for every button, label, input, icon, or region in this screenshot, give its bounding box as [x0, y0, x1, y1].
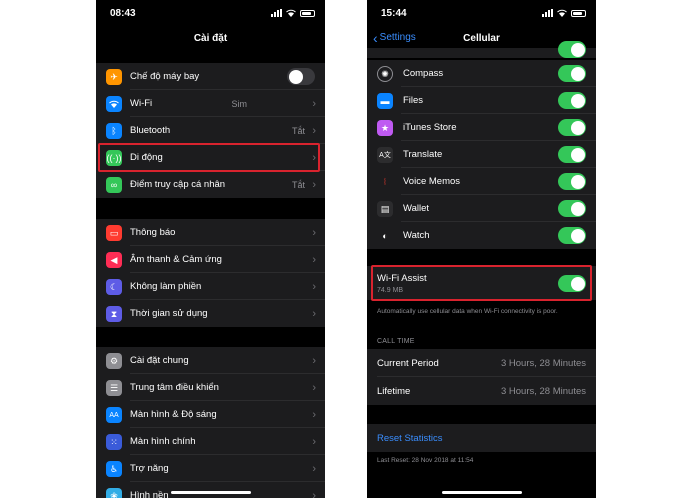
app-row-watch: ◐ Watch [367, 222, 596, 249]
gear-icon: ⚙ [106, 353, 122, 369]
wifi-network-value: Sim [231, 98, 248, 109]
settings-group-general: ⚙ Cài đặt chung › ☰ Trung tâm điều khiển… [96, 347, 325, 498]
chevron-right-icon: › [312, 178, 316, 191]
voice-memos-cellular-toggle[interactable] [558, 173, 586, 190]
app-cellular-toggle[interactable] [558, 41, 586, 58]
wifi-status-icon [557, 9, 567, 17]
folder-icon: ▬ [377, 93, 393, 109]
cellular-row-highlight [98, 143, 320, 172]
app-row-voice-memos: ⦚ Voice Memos [367, 168, 596, 195]
settings-group-notifications: ▭ Thông báo › ◀ Âm thanh & Cảm ứng › ☾ K… [96, 219, 325, 327]
status-bar: 15:44 [367, 0, 596, 28]
app-row-wallet: ▤ Wallet [367, 195, 596, 222]
files-cellular-toggle[interactable] [558, 92, 586, 109]
last-reset-text: Last Reset: 28 Nov 2018 at 11:54 [377, 457, 474, 464]
chevron-right-icon: › [312, 226, 316, 239]
wifi-assist-note: Automatically use cellular data when Wi-… [377, 308, 558, 315]
chevron-right-icon: › [312, 435, 316, 448]
chevron-right-icon: › [312, 97, 316, 110]
bluetooth-value: Tắt [291, 125, 305, 136]
signal-icon [271, 9, 282, 17]
left-phone-screenshot: 08:43 Cài đặt ✈ Chế độ máy bay Wi-Fi Sim… [96, 0, 325, 498]
wifi-assist-highlight [371, 265, 592, 301]
settings-row-display-brightness[interactable]: AA Màn hình & Độ sáng › [96, 401, 325, 428]
waveform-icon: ⦚ [384, 176, 386, 187]
hourglass-icon: ⧗ [106, 306, 122, 322]
chevron-right-icon: › [312, 124, 316, 137]
translate-cellular-toggle[interactable] [558, 146, 586, 163]
compass-cellular-toggle[interactable] [558, 65, 586, 82]
settings-row-sounds-haptics[interactable]: ◀ Âm thanh & Cảm ứng › [96, 246, 325, 273]
settings-row-general[interactable]: ⚙ Cài đặt chung › [96, 347, 325, 374]
settings-row-personal-hotspot[interactable]: ∞ Điểm truy cập cá nhân Tắt › [96, 171, 325, 198]
signal-icon [542, 9, 553, 17]
page-title: Cài đặt [193, 33, 228, 44]
wallet-icon: ▤ [377, 201, 393, 217]
app-row-compass: ✺ Compass [367, 60, 596, 87]
accessibility-icon: ♿ [106, 461, 122, 477]
nav-bar: Cài đặt [96, 26, 325, 52]
airplane-mode-toggle[interactable] [287, 68, 315, 85]
hotspot-value: Tắt [291, 179, 305, 190]
status-time: 15:44 [381, 8, 407, 19]
moon-icon: ☾ [106, 279, 122, 295]
reset-statistics-button[interactable]: Reset Statistics [367, 424, 596, 452]
chevron-right-icon: › [312, 307, 316, 320]
wallpaper-flower-icon: ❀ [106, 488, 122, 498]
wifi-icon [106, 96, 122, 112]
status-time: 08:43 [110, 8, 136, 19]
watch-icon: ◐ [382, 231, 388, 241]
app-row-translate: A文 Translate [367, 141, 596, 168]
settings-row-control-center[interactable]: ☰ Trung tâm điều khiển › [96, 374, 325, 401]
star-icon: ★ [377, 120, 393, 136]
speaker-icon: ◀ [106, 252, 122, 268]
settings-group-connectivity: ✈ Chế độ máy bay Wi-Fi Sim › ᛒ Bluetooth… [96, 63, 325, 198]
app-row-itunes-store: ★ iTunes Store [367, 114, 596, 141]
app-cellular-list: ✺ Compass ▬ Files ★ iTunes Store A文 Tran… [367, 60, 596, 249]
settings-row-notifications[interactable]: ▭ Thông báo › [96, 219, 325, 246]
call-time-group: Current Period 3 Hours, 28 Minutes Lifet… [367, 349, 596, 405]
chevron-right-icon: › [312, 381, 316, 394]
call-time-current-period: Current Period 3 Hours, 28 Minutes [367, 349, 596, 377]
right-phone-screenshot: 15:44 ‹ Settings Cellular ✺ Compass ▬ Fi… [367, 0, 596, 498]
display-brightness-icon: AA [106, 407, 122, 423]
settings-row-airplane-mode[interactable]: ✈ Chế độ máy bay [96, 63, 325, 90]
wallet-cellular-toggle[interactable] [558, 200, 586, 217]
notifications-icon: ▭ [106, 225, 122, 241]
watch-cellular-toggle[interactable] [558, 227, 586, 244]
reset-group: Reset Statistics [367, 424, 596, 452]
battery-icon [571, 9, 586, 17]
chevron-right-icon: › [312, 489, 316, 498]
chevron-right-icon: › [312, 354, 316, 367]
app-row-files: ▬ Files [367, 87, 596, 114]
itunes-cellular-toggle[interactable] [558, 119, 586, 136]
home-indicator [170, 491, 251, 494]
settings-row-screen-time[interactable]: ⧗ Thời gian sử dụng › [96, 300, 325, 327]
call-time-header: CALL TIME [377, 338, 415, 345]
airplane-icon: ✈ [106, 69, 122, 85]
scrolled-row-partial [367, 41, 596, 58]
settings-row-bluetooth[interactable]: ᛒ Bluetooth Tắt › [96, 117, 325, 144]
call-time-lifetime: Lifetime 3 Hours, 28 Minutes [377, 386, 586, 397]
chevron-right-icon: › [312, 253, 316, 266]
chevron-right-icon: › [312, 280, 316, 293]
control-center-icon: ☰ [106, 380, 122, 396]
settings-row-wallpaper[interactable]: ❀ Hình nền › [96, 482, 325, 498]
home-indicator [441, 491, 522, 494]
settings-row-do-not-disturb[interactable]: ☾ Không làm phiền › [96, 273, 325, 300]
translate-icon: A文 [377, 147, 393, 163]
bluetooth-icon: ᛒ [106, 123, 122, 139]
wifi-status-icon [286, 9, 296, 17]
settings-row-wifi[interactable]: Wi-Fi Sim › [96, 90, 325, 117]
settings-row-accessibility[interactable]: ♿ Trợ năng › [96, 455, 325, 482]
status-bar: 08:43 [96, 0, 325, 28]
chevron-right-icon: › [312, 462, 316, 475]
hotspot-link-icon: ∞ [106, 177, 122, 193]
home-screen-grid-icon: ⁙ [106, 434, 122, 450]
settings-row-home-screen[interactable]: ⁙ Màn hình chính › [96, 428, 325, 455]
compass-icon: ✺ [377, 66, 393, 82]
battery-icon [300, 9, 315, 17]
chevron-right-icon: › [312, 408, 316, 421]
